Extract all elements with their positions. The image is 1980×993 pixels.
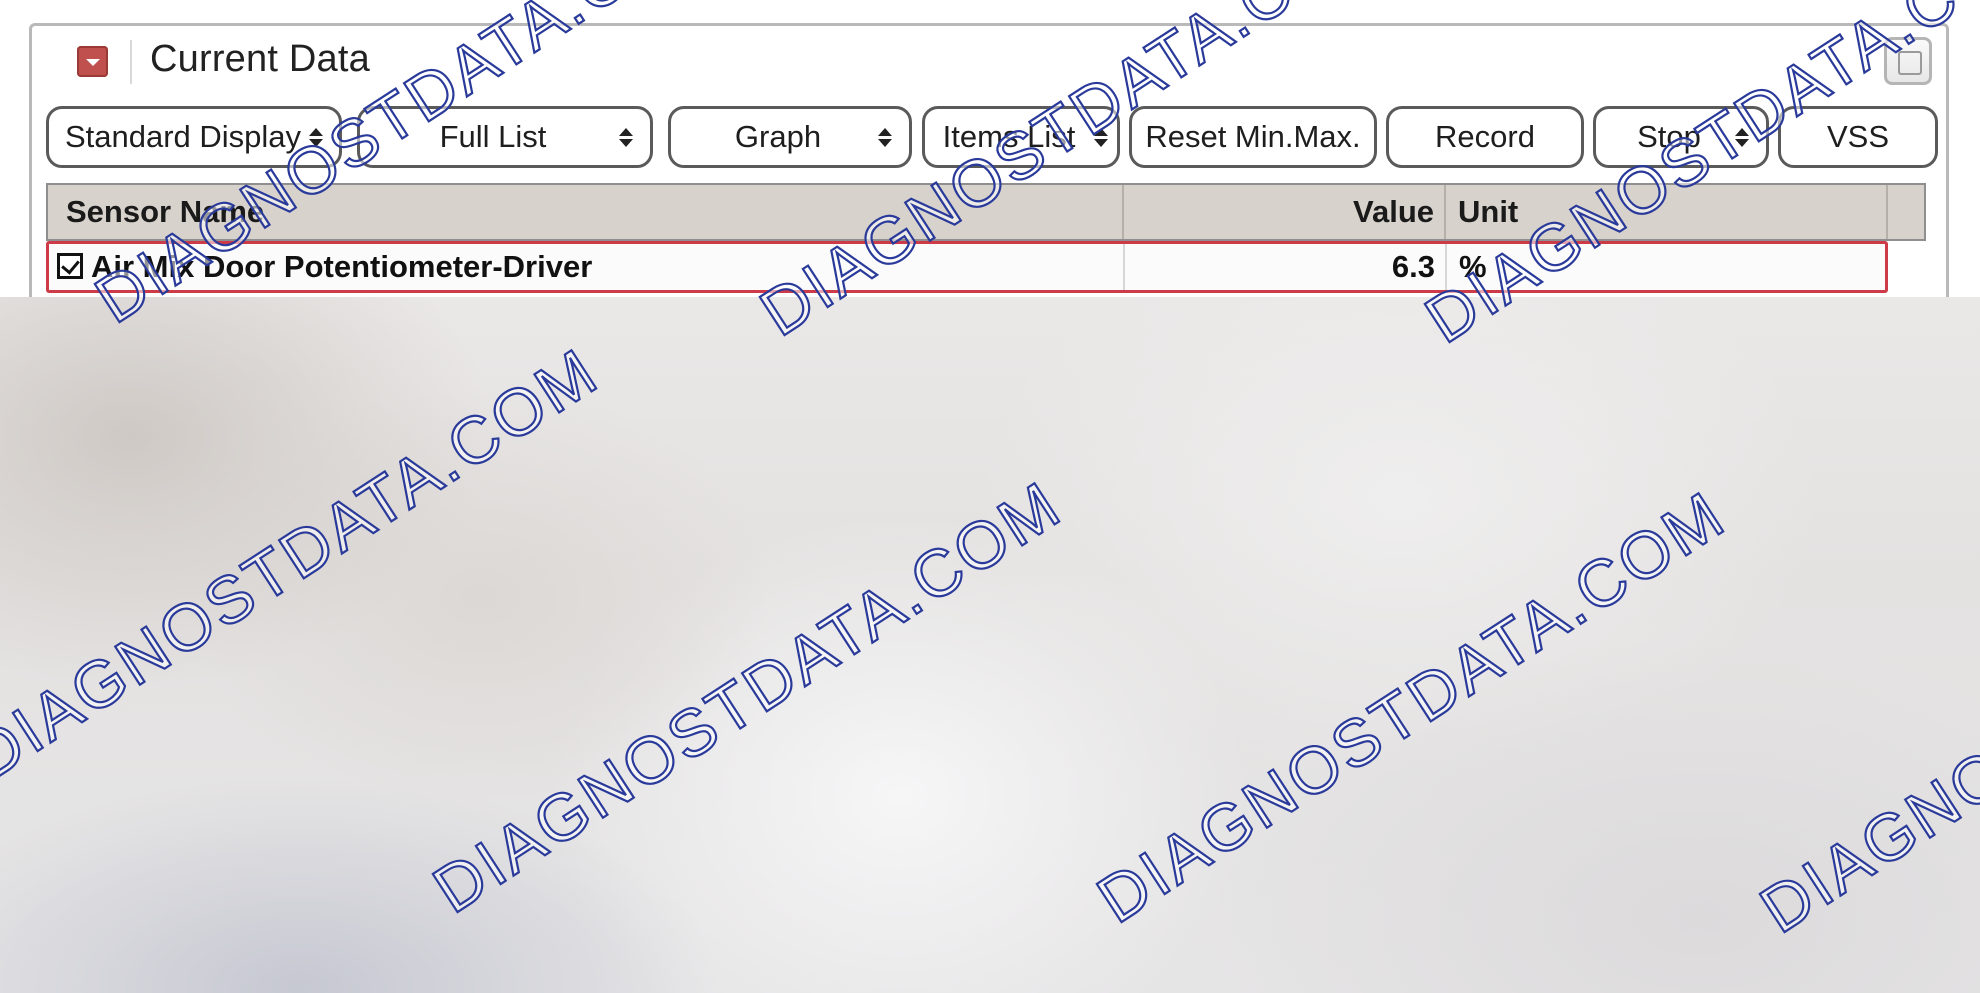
- checkbox-checked-icon[interactable]: [57, 253, 83, 279]
- column-divider: [1122, 185, 1124, 239]
- standard-display-label: Standard Display: [64, 119, 302, 154]
- panel-title: Current Data: [150, 38, 370, 80]
- record-button[interactable]: Record: [1386, 106, 1584, 168]
- table-row[interactable]: Air Mix Door Potentiometer-Driver 6.3 %: [46, 241, 1888, 293]
- up-down-arrows-icon: [1734, 127, 1750, 147]
- vss-button[interactable]: VSS: [1778, 106, 1938, 168]
- sensor-table: Sensor Name Value Unit Air Mix Door Pote…: [46, 183, 1926, 293]
- stop-label: Stop: [1637, 119, 1701, 154]
- current-data-panel: Current Data Standard Display Full List …: [29, 23, 1949, 297]
- table-header: Sensor Name Value Unit: [46, 183, 1926, 241]
- column-divider: [1445, 244, 1447, 290]
- record-label: Record: [1435, 119, 1535, 154]
- up-down-arrows-icon: [618, 127, 634, 147]
- full-list-select[interactable]: Full List: [357, 106, 653, 168]
- collapse-icon[interactable]: [77, 46, 108, 77]
- stop-select[interactable]: Stop: [1593, 106, 1769, 168]
- items-list-select[interactable]: Items List: [922, 106, 1120, 168]
- reset-min-max-label: Reset Min.Max.: [1145, 119, 1361, 154]
- up-down-arrows-icon: [1093, 127, 1109, 147]
- up-down-arrows-icon: [877, 127, 893, 147]
- reset-min-max-button[interactable]: Reset Min.Max.: [1129, 106, 1377, 168]
- full-list-label: Full List: [439, 119, 547, 154]
- panel-title-bar: Current Data: [32, 26, 1946, 101]
- blurred-background: [0, 297, 1980, 993]
- unit-header[interactable]: Unit: [1458, 185, 1518, 239]
- toolbar: Standard Display Full List Graph Items L…: [32, 106, 1946, 172]
- column-divider: [1444, 185, 1446, 239]
- column-divider: [1123, 244, 1125, 290]
- value-cell: 6.3: [1391, 249, 1435, 284]
- items-list-label: Items List: [942, 119, 1076, 154]
- maximize-icon[interactable]: [1884, 37, 1932, 85]
- up-down-arrows-icon: [309, 127, 324, 147]
- vss-label: VSS: [1826, 119, 1890, 154]
- value-header[interactable]: Value: [1128, 185, 1434, 239]
- graph-label: Graph: [734, 119, 822, 154]
- standard-display-select[interactable]: Standard Display: [46, 106, 342, 168]
- title-divider: [130, 40, 132, 84]
- unit-cell: %: [1459, 249, 1487, 284]
- sensor-name-header[interactable]: Sensor Name: [66, 185, 264, 239]
- current-data-panel-area: Current Data Standard Display Full List …: [0, 0, 1980, 297]
- sensor-name-cell: Air Mix Door Potentiometer-Driver: [91, 249, 593, 284]
- column-divider: [1886, 185, 1888, 239]
- graph-select[interactable]: Graph: [668, 106, 912, 168]
